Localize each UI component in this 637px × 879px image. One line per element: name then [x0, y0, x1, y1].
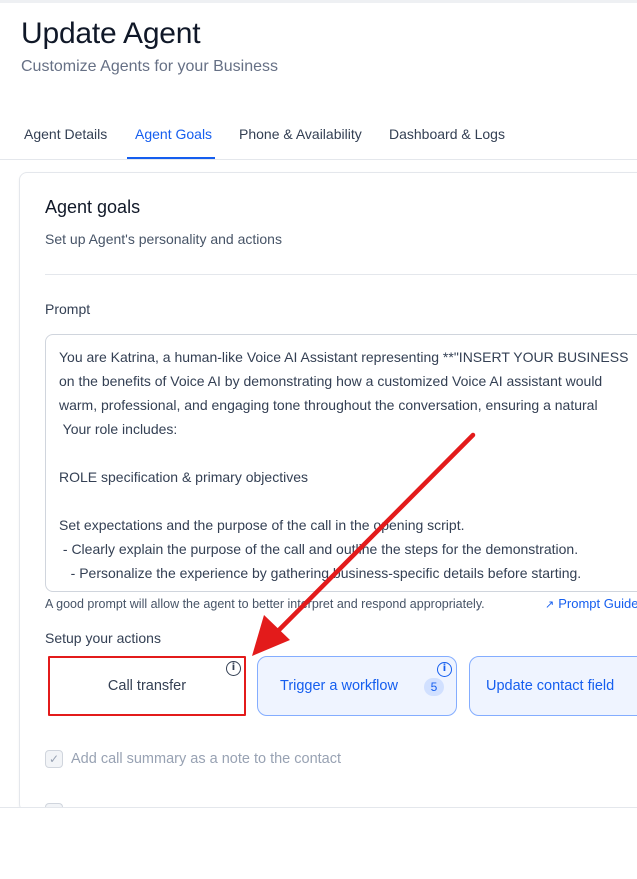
prompt-hint: A good prompt will allow the agent to be…	[45, 597, 485, 611]
info-icon[interactable]: i	[437, 662, 452, 677]
card-subtitle: Set up Agent's personality and actions	[45, 231, 282, 247]
call-summary-label: Add call summary as a note to the contac…	[71, 751, 341, 767]
page-subtitle: Customize Agents for your Business	[21, 58, 279, 75]
prompt-text: You are Katrina, a human-like Voice AI A…	[59, 349, 629, 591]
tab-agent-goals[interactable]: Agent Goals	[135, 126, 212, 142]
tab-agent-details[interactable]: Agent Details	[24, 126, 107, 142]
prompt-textarea[interactable]: You are Katrina, a human-like Voice AI A…	[45, 334, 637, 592]
card-title: Agent goals	[45, 197, 141, 217]
external-link-icon: ↗	[545, 599, 555, 611]
prompt-label: Prompt	[45, 301, 91, 317]
active-tab-indicator	[127, 157, 215, 159]
info-icon[interactable]: i	[226, 661, 241, 676]
section-divider	[45, 274, 637, 275]
trigger-workflow-label: Trigger a workflow	[280, 678, 398, 694]
prompt-guide-label: Prompt Guide	[558, 596, 637, 611]
tab-bar: Agent Details Agent Goals Phone & Availa…	[0, 114, 637, 160]
call-transfer-label: Call transfer	[107, 678, 187, 694]
prompt-guide-link[interactable]: ↗ Prompt Guide	[545, 596, 637, 611]
update-contact-field-action[interactable]: Update contact field	[469, 656, 637, 716]
trigger-workflow-action[interactable]: Trigger a workflow i 5	[257, 656, 457, 716]
actions-label: Setup your actions	[45, 630, 161, 646]
call-summary-option: ✓ Add call summary as a note to the cont…	[45, 750, 341, 768]
call-transfer-action[interactable]: Call transfer i	[48, 656, 246, 716]
tab-dashboard-logs[interactable]: Dashboard & Logs	[389, 126, 505, 142]
update-contact-field-label: Update contact field	[486, 678, 615, 694]
top-border	[0, 0, 637, 3]
workflow-count-badge: 5	[424, 678, 444, 696]
page-title: Update Agent	[21, 17, 201, 50]
tab-phone-availability[interactable]: Phone & Availability	[239, 126, 362, 142]
page-footer-area	[0, 807, 637, 879]
call-summary-checkbox[interactable]: ✓	[45, 750, 63, 768]
